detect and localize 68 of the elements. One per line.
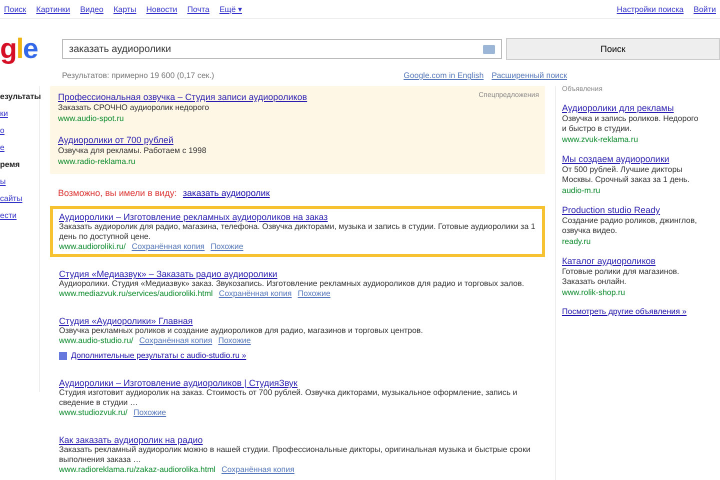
ad-url: www.rolik-shop.ru <box>562 288 626 297</box>
ad-title-link[interactable]: Мы создаем аудиоролики <box>562 154 670 164</box>
nav-link[interactable]: Картинки <box>36 4 70 14</box>
result-url: www.studiozvuk.ru/ <box>59 408 128 417</box>
nav-link[interactable]: Карты <box>113 4 136 14</box>
nav-link[interactable]: Видео <box>80 4 104 14</box>
ad-snippet: Озвучка и запись роликов. Недорого и быстро в студии. <box>562 114 700 134</box>
did-you-mean-label: Возможно, вы имели в виду: <box>58 188 177 198</box>
suggestion-link[interactable]: заказать аудиоролик <box>182 188 270 198</box>
ad-title-link[interactable]: Аудиоролики от 700 рублей <box>58 135 174 145</box>
ad-url: ready.ru <box>562 237 591 246</box>
search-option-link[interactable]: Google.com in English <box>404 71 484 80</box>
ad-snippet: От 500 рублей. Лучшие дикторы Москвы. Срочный заказ за 1 день. <box>562 165 691 185</box>
result-url: www.audio-studio.ru/ <box>59 336 134 345</box>
ad-title-link[interactable]: Аудиоролики для рекламы <box>562 103 674 113</box>
sidebar-item[interactable]: о <box>0 126 39 135</box>
cached-link[interactable]: Сохранённая копия <box>222 465 294 474</box>
ad-url: www.audio-spot.ru <box>58 114 124 123</box>
similar-link[interactable]: Похожие <box>210 242 244 251</box>
result-title-link[interactable]: Аудиоролики – Изготовление аудиороликов | СтудияЗвук <box>59 378 298 388</box>
search-field[interactable]: заказать аудиоролики <box>62 39 502 59</box>
result-snippet: Заказать аудиоролик для радио, магазина, телефона. Озвучка дикторами, музыка и запись в студии. Готовые аудиоролики за 1 день по доступной цене. <box>59 222 536 242</box>
search-button[interactable]: Поиск <box>506 38 720 60</box>
sidebar-item[interactable]: ремя <box>0 160 39 169</box>
sidebar-item[interactable]: ы <box>0 177 39 186</box>
sidebar-item[interactable]: ки <box>0 109 39 118</box>
ad-title-link[interactable]: Профессиональная озвучка – Студия записи аудиороликов <box>58 92 308 102</box>
search-option-link[interactable]: Расширенный поиск <box>492 71 567 80</box>
nav-link[interactable]: Почта <box>187 4 210 14</box>
cached-link[interactable]: Сохранённая копия <box>139 336 212 345</box>
cached-link[interactable]: Сохранённая копия <box>218 289 292 298</box>
nav-link[interactable]: Ещё ▾ <box>219 4 242 14</box>
result-title-link[interactable]: Аудиоролики – Изготовление рекламных аудиороликов на заказ <box>59 212 328 222</box>
ad-snippet: Озвучка для рекламы. Работаем с 1998 <box>58 146 206 156</box>
result-title-link[interactable]: Студия «Аудиоролики» Главная <box>59 316 193 326</box>
more-results-link[interactable]: Дополнительные результаты с audio-studio.ru » <box>71 351 246 360</box>
result-stats: Результатов: примерно 19 600 (0,17 сек.) <box>62 71 214 80</box>
result-url: www.audioroliki.ru/ <box>59 242 126 251</box>
cached-link[interactable]: Сохранённая копия <box>132 242 205 251</box>
ad-snippet: Заказать СРОЧНО аудиоролик недорого <box>58 103 210 113</box>
result-title-link[interactable]: Как заказать аудиоролик на радио <box>59 435 203 445</box>
result-snippet: Аудиоролики. Студия «Медиазвук» заказ. Звукозапись. Изготовление рекламных аудиороликов для радио и торговых залов. <box>59 279 526 289</box>
similar-link[interactable]: Похожие <box>298 289 330 298</box>
result-url: www.mediazvuk.ru/services/audioroliki.html <box>59 289 213 298</box>
result-title-link[interactable]: Студия «Медиазвук» – Заказать радио аудиоролики <box>59 269 278 279</box>
ad-url: www.radio-reklama.ru <box>58 157 136 166</box>
ad-snippet: Создание радио роликов, джинглов, озвучка видео. <box>562 216 698 236</box>
header-link[interactable]: Войти <box>694 4 716 14</box>
result-url: www.radioreklama.ru/zakaz-audiorolika.html <box>59 465 216 474</box>
sidebar-item[interactable]: е <box>0 143 39 152</box>
result-snippet: Студия изготовит аудиоролик на заказ. Стоимость от 700 рублей. Озвучка дикторами, музыкальное оформление, запись и сведение в студии … <box>59 388 518 408</box>
logo[interactable]: gle <box>0 33 38 65</box>
ad-url: audio-m.ru <box>562 186 600 195</box>
header-link[interactable]: Настройки поиска <box>616 4 684 14</box>
result-snippet: Заказать рекламный аудиоролик можно в нашей студии. Профессиональные дикторы, оригинальная музыка и быстрые сроки выполнения заказа … <box>59 445 532 465</box>
nav-link[interactable]: Новости <box>146 4 178 14</box>
nav-link[interactable]: Поиск <box>4 4 26 14</box>
ad-url: www.zvuk-reklama.ru <box>562 135 638 144</box>
result-snippet: Озвучка рекламных роликов и создание аудиороликов для радио, магазинов и торговых центров. <box>59 326 424 336</box>
sidebar-item[interactable]: ести <box>0 211 39 220</box>
ad-title-link[interactable]: Production studio Ready <box>562 205 660 215</box>
cached-link[interactable]: Похожие <box>133 408 166 417</box>
sidebar-item[interactable]: сайты <box>0 194 39 203</box>
more-ads-link[interactable]: Посмотреть другие объявления » <box>562 307 687 316</box>
similar-link[interactable]: Похожие <box>218 336 251 345</box>
ad-title-link[interactable]: Каталог аудиороликов <box>562 256 656 266</box>
sidebar-item[interactable]: езультаты <box>0 92 39 101</box>
ad-snippet: Готовые ролики для магазинов. Заказать онлайн. <box>562 267 680 287</box>
